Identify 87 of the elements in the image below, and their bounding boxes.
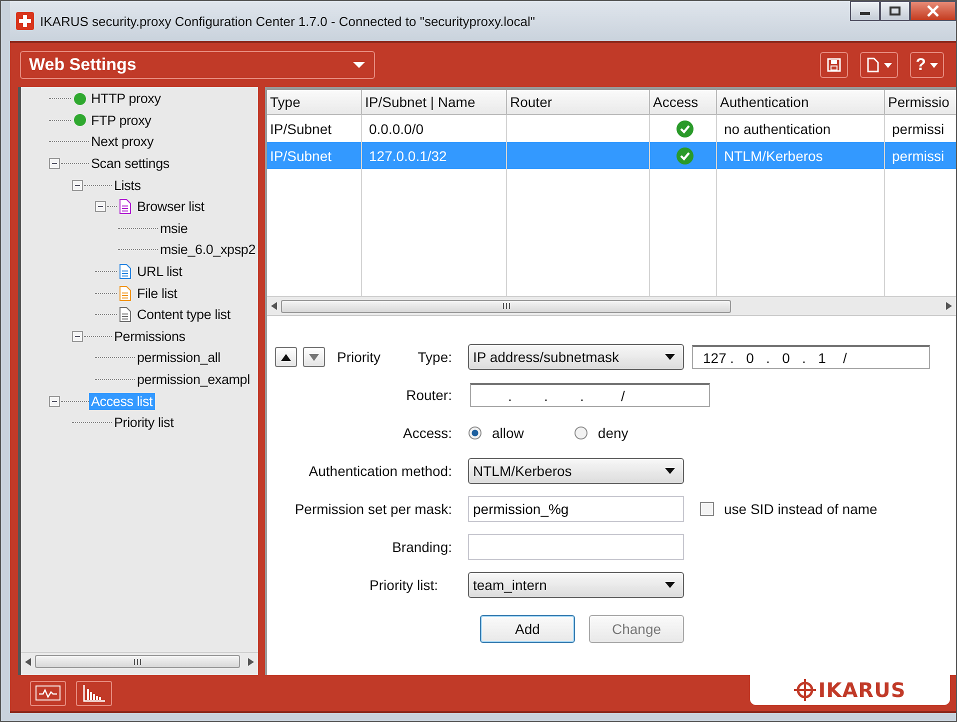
caret-icon [665,468,675,474]
tree-item[interactable]: Content type list [135,306,232,324]
add-button[interactable]: Add [480,615,575,643]
close-icon [926,5,940,17]
document-icon [866,57,880,73]
collapse-icon[interactable] [72,180,83,191]
move-down-button[interactable] [303,347,325,367]
activity-graph-button[interactable] [30,680,66,706]
field-label: Type: [418,349,452,365]
field-label: Access: [402,425,452,441]
table-cell-text: NTLM/Kerberos [723,148,823,164]
tree-item[interactable]: FTP proxy [89,112,154,129]
maximize-button[interactable] [880,1,910,21]
table-cell: IP/Subnet [270,120,332,136]
tree-item[interactable]: Browser list [135,198,206,216]
app-icon [16,12,34,30]
minimize-button[interactable] [850,1,880,21]
radio-button[interactable]: deny [574,425,628,441]
field-label: Permission set per mask: [294,501,452,517]
router-field[interactable]: . . . / [470,383,710,407]
tree-item[interactable]: Next proxy [89,133,156,150]
checkbox-icon [700,502,714,516]
caret-icon [930,62,938,68]
tree-item[interactable]: msie [158,220,190,237]
collapse-icon[interactable] [72,330,83,342]
collapse-icon[interactable] [49,396,60,407]
tree-item[interactable]: URL list [135,263,184,280]
crosshair-icon [794,679,816,701]
tree-item[interactable]: msie_6.0_xpsp2 [158,241,258,258]
up-arrow-icon [281,354,291,360]
tree-item[interactable]: Permissions [112,328,188,345]
horizontal-scrollbar[interactable] [21,652,258,670]
caret-icon [665,582,675,588]
window-title: IKARUS security.proxy Configuration Center 1.7.0 - Connected to "securityproxy.local" [40,14,536,28]
column-header[interactable]: Permissio [885,90,956,114]
save-button[interactable] [820,52,848,78]
help-button[interactable]: ? [910,52,944,78]
close-button[interactable] [910,1,956,21]
scroll-left-icon[interactable] [271,302,277,310]
horizontal-scrollbar[interactable] [267,296,956,315]
field-label: Authentication method: [308,463,452,479]
priority-list-dropdown[interactable]: team_intern [468,572,684,598]
branding-field[interactable] [468,534,684,560]
tree-item[interactable]: permission_all [135,349,222,366]
scroll-right-icon[interactable] [248,658,254,666]
field-label: Branding: [392,539,452,555]
statistics-button[interactable] [76,680,112,706]
priority-label: Priority [337,349,381,365]
permission-field[interactable]: permission_%g [468,496,684,522]
authentication-dropdown[interactable]: NTLM/Kerberos [468,458,684,484]
radio-button[interactable]: allow [468,425,524,441]
view-dropdown[interactable]: Web Settings [20,51,375,79]
collapse-icon[interactable] [49,158,60,170]
tree-item[interactable]: permission_exampl [135,371,252,388]
type-dropdown[interactable]: IP address/subnetmask [468,344,684,370]
tree-item[interactable]: HTTP proxy [89,90,163,108]
field-label: Router: [406,387,452,403]
field-label: Priority list: [370,577,438,593]
tree-item[interactable]: File list [135,284,180,302]
move-up-button[interactable] [275,347,297,367]
scroll-right-icon[interactable] [946,302,952,310]
checkbox[interactable]: use SID instead of name [700,501,878,517]
column-header[interactable]: Access [650,90,717,114]
maximize-icon [889,6,901,16]
ip-address-field[interactable]: 127 . 0 . 0 . 1 / [692,345,930,369]
tree-item[interactable]: Priority list [112,414,176,432]
table-cell: IP/Subnet [270,148,332,164]
scroll-left-icon[interactable] [25,658,31,666]
down-arrow-icon [309,354,319,360]
column-header[interactable]: Authentication [717,90,885,114]
table-cell-text: no authentication [723,120,831,136]
column-header[interactable]: IP/Subnet | Name [362,90,507,114]
table-cell-text: 0.0.0.0/0 [368,120,424,136]
tree-item[interactable]: Lists [112,176,143,194]
caret-icon [665,354,675,360]
table-cell-text: permissi [891,148,944,164]
collapse-icon[interactable] [95,201,106,212]
table-cell-text: permissi [891,120,944,136]
column-header[interactable]: Router [507,90,650,114]
save-icon [826,57,842,73]
new-document-button[interactable] [860,52,898,78]
logo-text: IKARUS [818,678,906,702]
tree-item[interactable]: Scan settings [89,155,172,172]
column-header[interactable]: Type [267,90,362,114]
caret-icon [352,61,366,69]
table-cell-text: 127.0.0.1/32 [368,148,447,164]
caret-icon [884,62,892,68]
